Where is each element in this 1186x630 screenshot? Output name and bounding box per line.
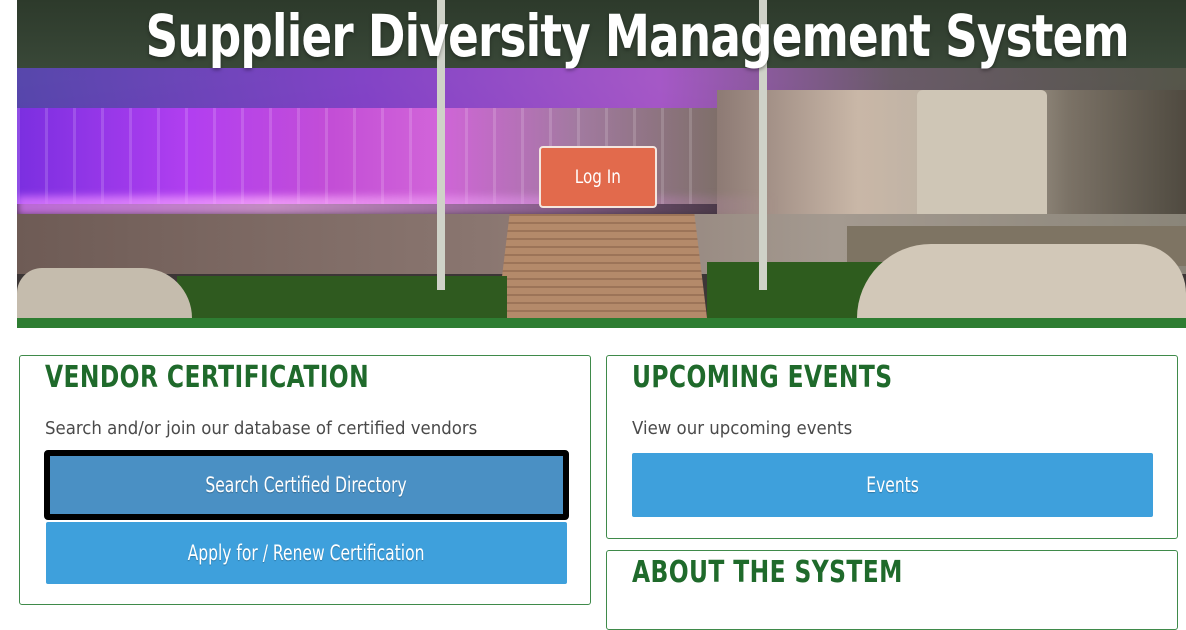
hero-rock-right — [857, 244, 1186, 318]
hero-divider-bar — [17, 318, 1186, 328]
upcoming-events-panel: UPCOMING EVENTS View our upcoming events… — [606, 355, 1178, 539]
vendor-certification-heading: VENDOR CERTIFICATION — [45, 360, 370, 395]
events-button[interactable]: Events — [632, 453, 1153, 517]
page-title: Supplier Diversity Management System — [145, 2, 1130, 70]
login-button-label: Log In — [574, 166, 622, 188]
upcoming-events-heading: UPCOMING EVENTS — [632, 360, 893, 395]
vendor-certification-description: Search and/or join our database of certi… — [45, 418, 478, 439]
events-button-label: Events — [866, 473, 919, 497]
apply-renew-certification-label: Apply for / Renew Certification — [188, 541, 425, 565]
hero-stone-monolith — [917, 90, 1047, 220]
hero-grass-left — [177, 276, 507, 318]
upcoming-events-description: View our upcoming events — [632, 418, 853, 439]
about-system-heading: ABOUT THE SYSTEM — [632, 555, 903, 590]
hero-light-glow — [17, 196, 777, 216]
search-certified-directory-label: Search Certified Directory — [205, 473, 408, 497]
about-system-panel: ABOUT THE SYSTEM — [606, 550, 1178, 630]
hero-brick-walkway — [497, 214, 707, 318]
search-certified-directory-button[interactable]: Search Certified Directory — [44, 450, 569, 520]
login-button[interactable]: Log In — [539, 146, 657, 208]
hero-rock-left — [17, 268, 192, 318]
vendor-certification-panel: VENDOR CERTIFICATION Search and/or join … — [19, 355, 591, 605]
hero-banner: Supplier Diversity Management System Log… — [17, 0, 1186, 318]
apply-renew-certification-button[interactable]: Apply for / Renew Certification — [46, 522, 567, 584]
